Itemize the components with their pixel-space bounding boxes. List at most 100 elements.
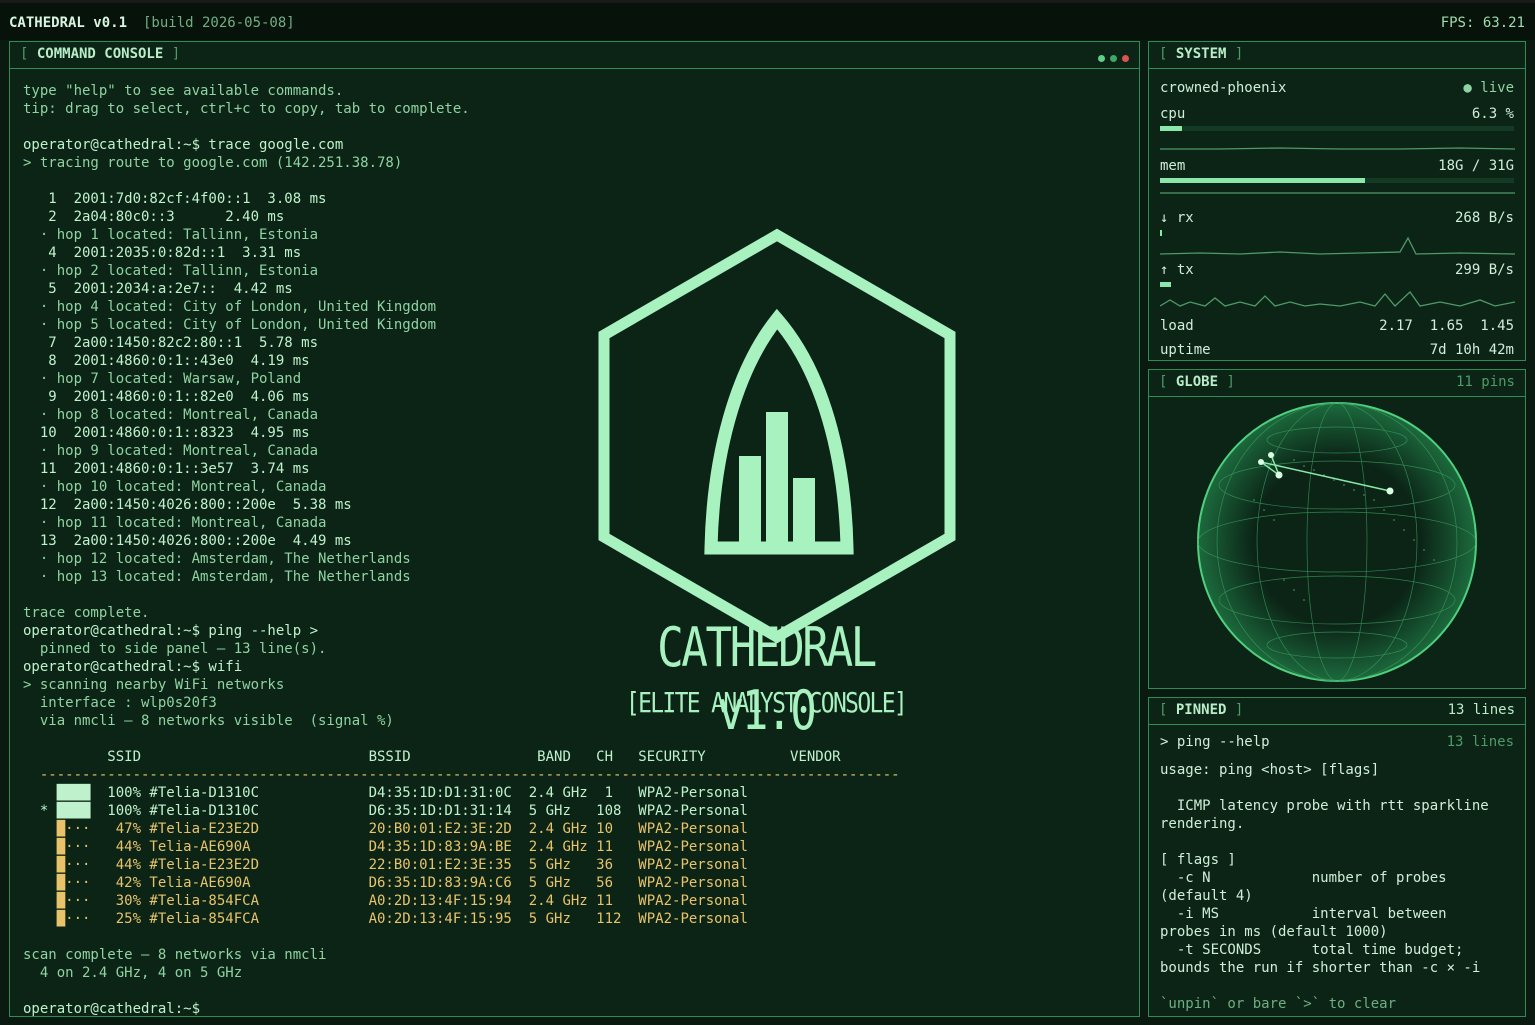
live-status: ● live	[1463, 80, 1514, 96]
logo-title: CATHEDRAL v1.0	[657, 616, 877, 742]
console-line: operator@cathedral:~$	[23, 1001, 201, 1016]
fps-counter: FPS: 63.21	[1440, 15, 1525, 31]
globe-sphere[interactable]	[1194, 400, 1484, 685]
cpu-sparkline	[1160, 147, 1515, 150]
pinned-command-meta: 13 lines	[1446, 734, 1514, 750]
maximize-dot-icon[interactable]	[1110, 55, 1117, 62]
pinned-line-count: 13 lines	[1447, 702, 1515, 718]
host-name: crowned-phoenix	[1160, 80, 1287, 96]
globe-header: [ GLOBE ] 11 pins	[1149, 370, 1525, 397]
console-line: 9 2001:4860:0:1::82e0 4.06 ms	[23, 389, 310, 405]
console-line: █··· 25% #Telia-854FCA A0:2D:13:4F:15:95…	[23, 911, 748, 927]
console-line: █··· 42% Telia-AE690A D6:35:1D:83:9A:C6 …	[23, 875, 748, 891]
console-line: 8 2001:4860:0:1::43e0 4.19 ms	[23, 353, 310, 369]
tx-value: 299 B/s	[1454, 262, 1514, 278]
globe-panel[interactable]: [ GLOBE ] 11 pins	[1148, 369, 1526, 689]
console-line: █··· 30% #Telia-854FCA A0:2D:13:4F:15:94…	[23, 893, 748, 909]
pinned-line: -c N number of probes	[1160, 870, 1447, 886]
pinned-line: (default 4)	[1160, 888, 1253, 904]
mem-value: 18G / 31G	[1438, 158, 1514, 174]
console-line: █··· 44% #Telia-E23E2D 22:B0:01:E2:3E:35…	[23, 857, 748, 873]
console-output[interactable]: type "help" to see available commands. ti…	[23, 72, 1139, 1016]
close-dot-icon[interactable]	[1122, 55, 1129, 62]
pinned-command: > ping --help	[1160, 734, 1270, 750]
uptime-label: uptime	[1160, 342, 1211, 358]
console-line: 2 2a04:80c0::3 2.40 ms	[23, 209, 285, 225]
console-header: [ COMMAND CONSOLE ]	[10, 42, 1139, 69]
system-panel: [ SYSTEM ] crowned-phoenix ● live cpu 6.…	[1148, 41, 1526, 361]
console-line: · hop 2 located: Tallinn, Estonia	[23, 263, 319, 279]
globe-pin	[1386, 487, 1394, 495]
cathedral-logo	[598, 228, 956, 644]
pinned-usage: usage: ping <host> [flags]	[1160, 762, 1380, 778]
console-line: 10 2001:4860:0:1::8323 4.95 ms	[23, 425, 310, 441]
cpu-bar-fill	[1160, 126, 1183, 131]
pinned-line: `unpin` or bare `>` to clear	[1160, 996, 1397, 1012]
console-line: 12 2a00:1450:4026:800::200e 5.38 ms	[23, 497, 352, 513]
system-title: [ SYSTEM ]	[1159, 46, 1244, 62]
console-line: 11 2001:4860:0:1::3e57 3.74 ms	[23, 461, 310, 477]
globe-title: [ GLOBE ]	[1159, 374, 1235, 390]
console-line: ████ 100% #Telia-D1310C D4:35:1D:D1:31:0…	[23, 785, 748, 801]
console-line: · hop 13 located: Amsterdam, The Netherl…	[23, 569, 411, 585]
console-line: SSID BSSID BAND CH SECURITY VENDOR	[23, 749, 841, 765]
top-bar: CATHEDRAL v0.1 [build 2026-05-08] FPS: 6…	[0, 0, 1535, 40]
console-line: · hop 11 located: Montreal, Canada	[23, 515, 327, 531]
cpu-label: cpu	[1160, 106, 1186, 122]
mem-bar-fill	[1160, 178, 1366, 183]
pinned-line: [ flags ]	[1160, 852, 1236, 868]
cpu-bar	[1160, 126, 1514, 131]
command-console-panel[interactable]: [ COMMAND CONSOLE ] type "help" to see a…	[9, 41, 1140, 1017]
console-line: type "help" to see available commands.	[23, 83, 344, 99]
tx-row: ↑ tx 299 B/s	[1160, 262, 1514, 278]
logo-bar-center	[766, 412, 788, 542]
mem-sparkline	[1160, 192, 1515, 194]
mem-bar	[1160, 178, 1514, 183]
globe-pin	[1268, 452, 1274, 458]
minimize-dot-icon[interactable]	[1098, 55, 1105, 62]
console-line: trace complete.	[23, 605, 150, 621]
console-line: operator@cathedral:~$ trace google.com	[23, 137, 344, 153]
console-line: · hop 9 located: Montreal, Canada	[23, 443, 319, 459]
cpu-row: cpu 6.3 %	[1160, 106, 1514, 122]
cpu-value: 6.3 %	[1471, 106, 1514, 122]
load-row: load 2.17 1.65 1.45	[1160, 318, 1514, 334]
logo-bar-right	[793, 478, 815, 542]
console-line: scan complete — 8 networks via nmcli	[23, 947, 327, 963]
pinned-panel[interactable]: [ PINNED ] 13 lines > ping --help 13 lin…	[1148, 697, 1526, 1017]
console-title: [ COMMAND CONSOLE ]	[20, 46, 181, 62]
pinned-line: rendering.	[1160, 816, 1245, 832]
pinned-title: [ PINNED ]	[1159, 702, 1244, 718]
uptime-row: uptime 7d 10h 42m	[1160, 342, 1514, 358]
console-line: · hop 5 located: City of London, United …	[23, 317, 437, 333]
pinned-line: -i MS interval between	[1160, 906, 1447, 922]
console-line: operator@cathedral:~$ ping --help >	[23, 623, 319, 639]
console-line: > scanning nearby WiFi networks	[23, 677, 285, 693]
console-line: > tracing route to google.com (142.251.3…	[23, 155, 403, 171]
mem-row: mem 18G / 31G	[1160, 158, 1514, 174]
console-line: 7 2a00:1450:82c2:80::1 5.78 ms	[23, 335, 319, 351]
console-line: via nmcli — 8 networks visible (signal %…	[23, 713, 394, 729]
globe-pin	[1275, 471, 1283, 479]
console-line: pinned to side panel — 13 line(s).	[23, 641, 327, 657]
logo-bar-left	[739, 456, 761, 542]
tx-label: ↑ tx	[1160, 262, 1194, 278]
pinned-line: -t SECONDS total time budget;	[1160, 942, 1464, 958]
console-line: 5 2001:2034:a:2e7:: 4.42 ms	[23, 281, 293, 297]
console-line: tip: drag to select, ctrl+c to copy, tab…	[23, 101, 470, 117]
system-header: [ SYSTEM ]	[1149, 42, 1525, 69]
console-line: █··· 47% #Telia-E23E2D 20:B0:01:E2:3E:2D…	[23, 821, 748, 837]
window-controls	[1093, 50, 1129, 66]
console-line: interface : wlp0s20f3	[23, 695, 217, 711]
tx-sparkline	[1160, 282, 1515, 307]
rx-value: 268 B/s	[1454, 210, 1514, 226]
console-line: 13 2a00:1450:4026:800::200e 4.49 ms	[23, 533, 352, 549]
mem-label: mem	[1160, 158, 1186, 174]
globe-pin	[1258, 459, 1264, 465]
load-label: load	[1160, 318, 1194, 334]
build-label: [build 2026-05-08]	[143, 15, 295, 31]
uptime-value: 7d 10h 42m	[1429, 342, 1514, 358]
console-line: operator@cathedral:~$ wifi	[23, 659, 243, 675]
pinned-line: probes in ms (default 1000)	[1160, 924, 1388, 940]
logo-subtitle: [ELITE ANALYST CONSOLE]	[625, 686, 908, 719]
